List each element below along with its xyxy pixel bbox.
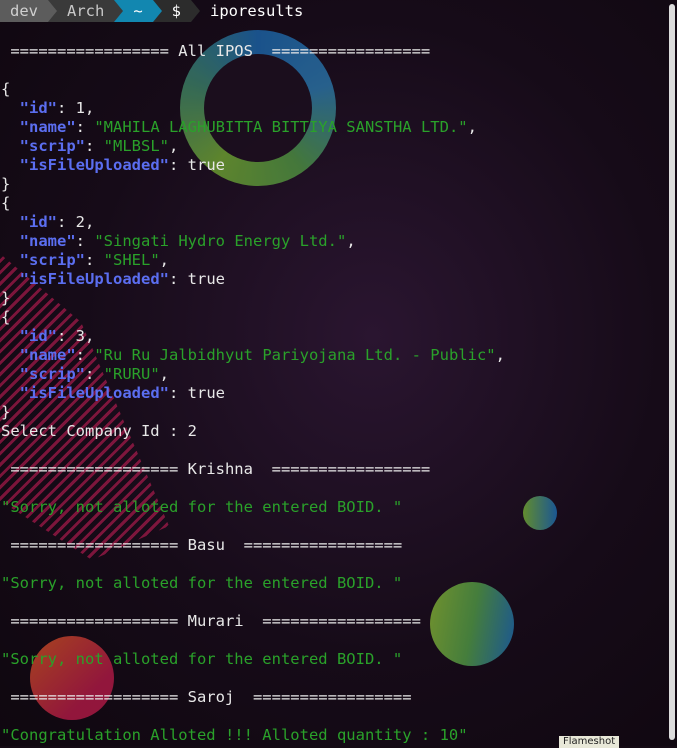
section-header: ================= All IPOS =============… xyxy=(1,42,431,60)
prompt-separator-icon xyxy=(48,0,57,22)
prompt-symbol: $ xyxy=(161,0,192,22)
terminal-output: ================= All IPOS =============… xyxy=(1,42,661,745)
prompt-host: Arch xyxy=(57,0,115,22)
terminal-scrollbar[interactable] xyxy=(669,4,675,740)
ipo-record: { "id": 1, "name": "MAHILA LAGHUBITTA BI… xyxy=(1,80,477,193)
ipo-name: "MAHILA LAGHUBITTA BITTIYA SANSTHA LTD." xyxy=(94,118,468,136)
result-message: "Sorry, not alloted for the entered BOID… xyxy=(1,574,403,592)
ipo-id: 3 xyxy=(75,327,86,345)
prompt-directory: ~ xyxy=(123,0,153,22)
ipo-scrip: "SHEL" xyxy=(103,251,160,269)
ipo-scrip: "MLBSL" xyxy=(103,137,169,155)
prompt-user: dev xyxy=(0,0,48,22)
ipo-id: 2 xyxy=(75,213,86,231)
result-header: ================== Saroj ===============… xyxy=(1,688,412,706)
ipo-name: "Ru Ru Jalbidhyut Pariyojana Ltd. - Publ… xyxy=(94,346,496,364)
select-company-prompt[interactable]: Select Company Id : 2 xyxy=(1,422,661,441)
ipo-record: { "id": 2, "name": "Singati Hydro Energy… xyxy=(1,194,356,307)
result-message: "Sorry, not alloted for the entered BOID… xyxy=(1,498,403,516)
ipo-file-uploaded: true xyxy=(187,384,225,402)
ipo-name: "Singati Hydro Energy Ltd." xyxy=(94,232,347,250)
ipo-id: 1 xyxy=(75,99,86,117)
ipo-record: { "id": 3, "name": "Ru Ru Jalbidhyut Par… xyxy=(1,308,505,421)
flameshot-tooltip: Flameshot xyxy=(559,736,620,748)
prompt-command[interactable]: iporesults xyxy=(210,2,303,20)
prompt-separator-icon xyxy=(114,0,124,22)
result-message: "Sorry, not alloted for the entered BOID… xyxy=(1,650,403,668)
prompt-separator-icon xyxy=(191,0,201,22)
ipo-file-uploaded: true xyxy=(187,270,225,288)
result-header: ================== Murari ==============… xyxy=(1,612,421,630)
ipo-file-uploaded: true xyxy=(187,156,225,174)
result-header: ================== Krishna =============… xyxy=(1,460,431,478)
ipo-scrip: "RURU" xyxy=(103,365,160,383)
result-header: ================== Basu ================… xyxy=(1,536,403,554)
prompt-separator-icon xyxy=(152,0,162,22)
shell-prompt: dev Arch ~ $ iporesults xyxy=(0,0,303,22)
